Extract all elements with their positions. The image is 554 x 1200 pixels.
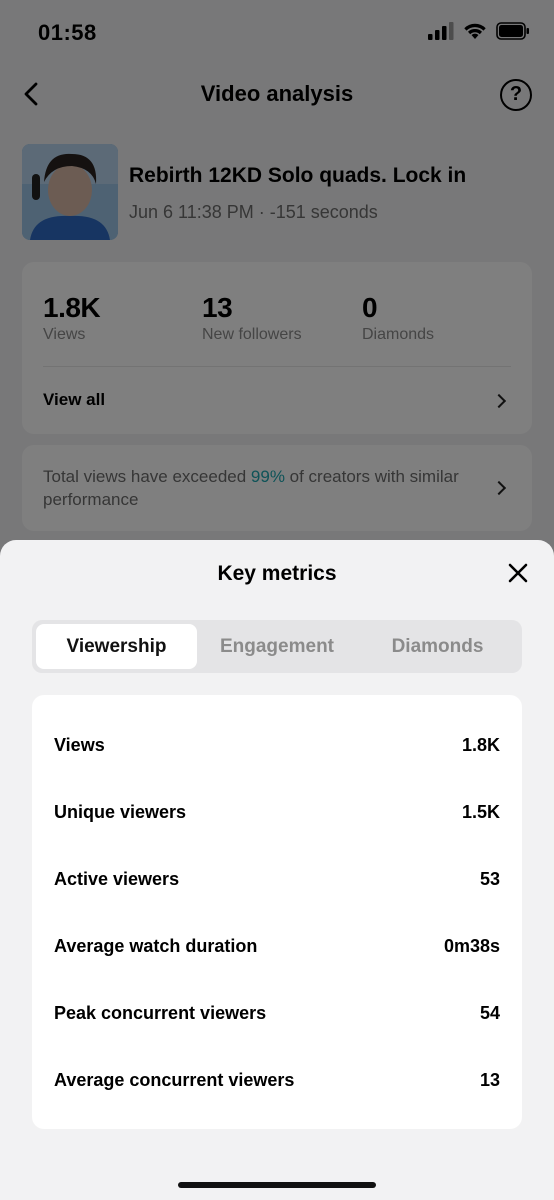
metric-label: Average concurrent viewers <box>54 1069 295 1090</box>
metric-value: 1.8K <box>461 734 500 755</box>
metric-row: Active viewers 53 <box>54 864 500 894</box>
metric-row: Unique viewers 1.5K <box>54 797 500 827</box>
metric-label: Views <box>54 734 105 755</box>
metric-row: Peak concurrent viewers 54 <box>54 998 500 1028</box>
metric-label: Active viewers <box>54 868 180 889</box>
metric-label: Average watch duration <box>54 935 258 956</box>
key-metrics-sheet: Key metrics Viewership Engagement Diamon… <box>0 540 554 1200</box>
metric-row: Views 1.8K <box>54 730 500 760</box>
metric-value: 13 <box>479 1069 500 1090</box>
home-indicator[interactable] <box>178 1182 376 1188</box>
metric-value: 54 <box>479 1002 500 1023</box>
tab-viewership[interactable]: Viewership <box>36 624 197 669</box>
tab-engagement[interactable]: Engagement <box>197 624 357 669</box>
metric-label: Peak concurrent viewers <box>54 1002 267 1023</box>
metrics-tabs: Viewership Engagement Diamonds <box>32 620 522 673</box>
tab-diamonds[interactable]: Diamonds <box>357 624 518 669</box>
sheet-title: Key metrics <box>217 562 337 585</box>
close-icon[interactable] <box>507 562 529 584</box>
metric-row: Average concurrent viewers 13 <box>54 1065 500 1095</box>
metric-value: 0m38s <box>443 935 500 956</box>
metric-label: Unique viewers <box>54 801 187 822</box>
metric-value: 53 <box>479 868 500 889</box>
metrics-list: Views 1.8K Unique viewers 1.5K Active vi… <box>32 695 522 1129</box>
metric-row: Average watch duration 0m38s <box>54 931 500 961</box>
metric-value: 1.5K <box>461 801 500 822</box>
